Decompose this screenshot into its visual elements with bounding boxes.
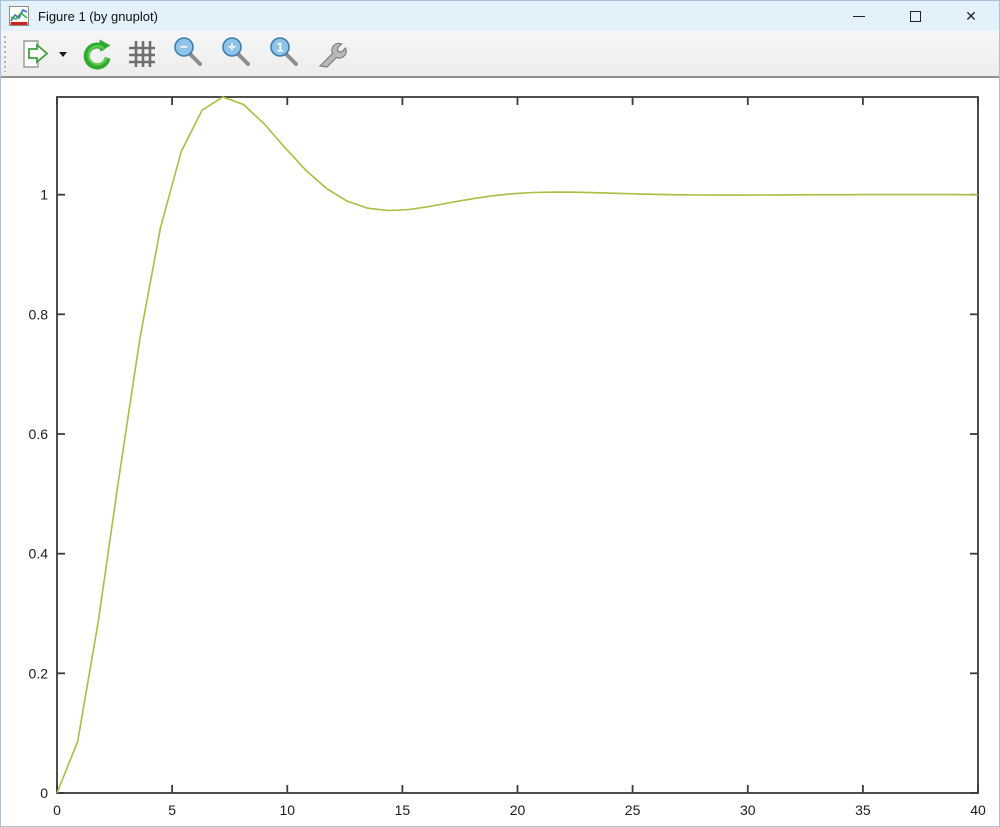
export-plot-button[interactable]: [12, 34, 54, 74]
x-tick-label: 15: [395, 802, 411, 818]
zoom-in-icon: +: [219, 36, 255, 72]
y-tick-label: 0.2: [29, 665, 49, 681]
minimize-icon: [853, 16, 865, 17]
x-tick-label: 0: [53, 802, 61, 818]
step-response-curve: [57, 97, 978, 793]
zoom-out-button[interactable]: −: [167, 34, 211, 74]
x-tick-label: 35: [855, 802, 871, 818]
replot-button[interactable]: [75, 34, 117, 74]
plot-canvas[interactable]: 0 5 10 15 20 25 30 35 40 0 0.2 0.4 0.6 0.8 1: [1, 80, 1000, 827]
y-tick-label: 0.8: [29, 306, 49, 322]
plot-border: [57, 97, 978, 793]
zoom-out-icon: −: [171, 36, 207, 72]
zoom-reset-button[interactable]: 1: [263, 34, 307, 74]
y-tick-label: 0.4: [29, 546, 49, 562]
zoom-reset-icon: 1: [267, 36, 303, 72]
export-dropdown-caret-icon[interactable]: [59, 52, 67, 57]
grid-icon: [125, 37, 159, 71]
zoom-reset-glyph: 1: [276, 39, 283, 54]
gnuplot-logo-icon: [9, 6, 29, 26]
window-titlebar[interactable]: Figure 1 (by gnuplot) ✕: [1, 1, 999, 31]
zoom-in-button[interactable]: +: [215, 34, 259, 74]
close-icon: ✕: [965, 9, 977, 23]
export-plot-icon: [16, 37, 50, 71]
zoom-out-glyph: −: [180, 38, 188, 54]
wrench-icon: [315, 37, 349, 71]
x-tick-label: 10: [280, 802, 296, 818]
x-tick-label: 5: [168, 802, 176, 818]
configure-button[interactable]: [311, 34, 353, 74]
toolbar-grip[interactable]: [3, 36, 8, 72]
x-tick-label: 25: [625, 802, 641, 818]
x-tick-label: 30: [740, 802, 756, 818]
maximize-button[interactable]: [887, 1, 943, 31]
y-tick-label: 0: [40, 785, 48, 801]
close-button[interactable]: ✕: [943, 1, 999, 31]
window-title: Figure 1 (by gnuplot): [38, 9, 158, 24]
gnuplot-figure-window: Figure 1 (by gnuplot) ✕: [0, 0, 1000, 827]
x-tick-label: 20: [510, 802, 526, 818]
y-tick-label: 0.6: [29, 426, 49, 442]
minimize-button[interactable]: [831, 1, 887, 31]
plot-region: 0 5 10 15 20 25 30 35 40 0 0.2 0.4 0.6 0.8 1: [1, 80, 1000, 827]
toolbar: − + 1: [1, 31, 999, 78]
maximize-icon: [910, 11, 921, 22]
toggle-grid-button[interactable]: [121, 34, 163, 74]
replot-refresh-icon: [79, 37, 113, 71]
x-tick-label: 40: [970, 802, 986, 818]
y-tick-label: 1: [40, 187, 48, 203]
zoom-in-glyph: +: [228, 38, 236, 54]
